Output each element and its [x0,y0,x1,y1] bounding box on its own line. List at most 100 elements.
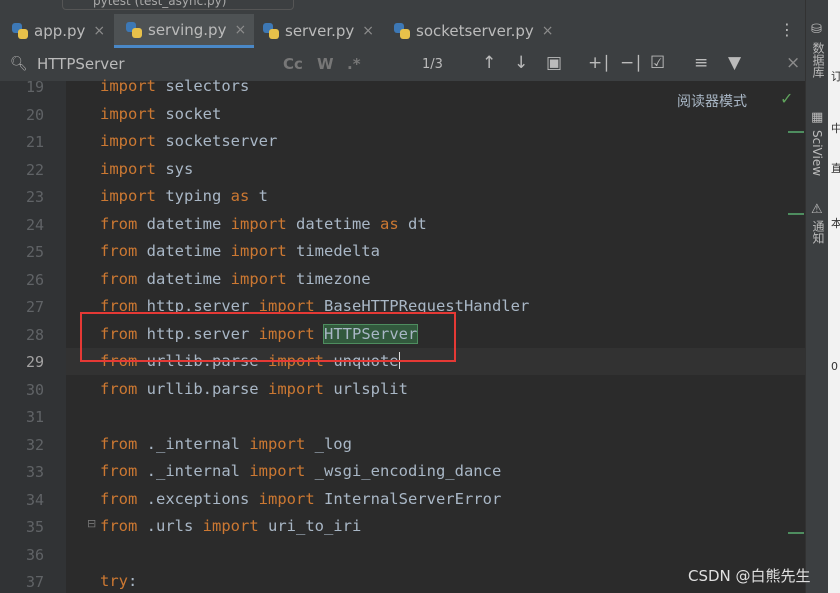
select-all-occurrences-icon[interactable]: ☑ [650,53,665,73]
line-number: 27 [25,298,44,316]
close-icon[interactable]: × [93,23,105,39]
code-line[interactable]: import sys [100,160,193,178]
code-token: timedelta [286,242,380,260]
code-token: socketserver [156,132,278,150]
line-number: 34 [25,490,44,509]
code-token: _log [305,434,352,453]
tab-server-py[interactable]: server.py × [263,14,374,48]
search-icon[interactable]: 🔍︎ [10,56,28,72]
close-find-bar-icon[interactable]: × [786,53,800,73]
match-count: 1/3 [422,57,443,72]
line-number: 21 [25,133,44,151]
code-line[interactable]: import socket [100,105,221,123]
match-case-toggle[interactable]: Cc [283,55,303,73]
keyword-token: from [100,517,138,535]
sciview-icon: ▦ [811,110,824,125]
code-token: _wsgi_encoding_dance [305,462,502,480]
code-token: datetime [137,214,231,233]
tab-label: server.py [285,22,355,40]
keyword-token: import [267,379,324,398]
scroll-marker [788,213,804,215]
annotation-box [80,312,456,362]
fold-icon[interactable]: ⊟ [87,517,96,530]
keyword-token: import [249,434,306,453]
code-editor[interactable]: 19 import selectors 20 import socket 21 impor… [0,77,805,593]
python-file-icon [394,23,410,39]
code-line[interactable]: from ._internal import _log [100,435,352,453]
tab-socketserver-py[interactable]: socketserver.py × [394,14,554,48]
code-token: socket [156,104,222,123]
keyword-token: import [100,104,156,123]
keyword-token: from [100,214,138,233]
scroll-marker [788,131,804,133]
keyword-token: import [100,77,156,95]
code-token: .exceptions [137,489,259,508]
reader-mode-button[interactable]: 阅读器模式 [677,91,747,111]
close-icon[interactable]: × [362,23,374,39]
code-token: datetime [137,269,231,288]
code-line[interactable]: from datetime import timezone [100,270,371,288]
code-line[interactable]: from urllib.parse import urlsplit [100,380,408,398]
previous-occurrence-icon[interactable]: ↑ [482,53,496,73]
line-number: 30 [25,380,44,399]
code-line[interactable]: from datetime import timedelta [100,242,380,260]
keyword-token: import [100,187,156,205]
line-number: 25 [25,243,44,261]
code-line[interactable]: from .exceptions import InternalServerEr… [100,490,501,508]
keyword-token: from [100,269,138,288]
keyword-token: import [249,462,306,480]
close-icon[interactable]: × [234,22,246,38]
remove-occurrence-icon[interactable]: −∣ [620,53,643,73]
run-config[interactable]: pytest (test_async.py) [62,0,294,10]
editor-tabs: app.py × serving.py × server.py × socket… [0,14,805,49]
keyword-token: import [230,269,287,288]
checkmark-icon: ✓ [780,89,794,108]
next-occurrence-icon[interactable]: ↓ [514,53,528,73]
regex-toggle[interactable]: .* [347,55,361,73]
code-token: selectors [156,77,250,95]
keyword-token: from [100,462,138,480]
background-window: 订 中 直 本 0 [828,0,840,593]
line-number: 35 [25,518,44,536]
code-line[interactable]: from ._internal import _wsgi_encoding_da… [100,462,501,480]
code-line[interactable]: import socketserver [100,132,277,150]
database-icon: ⛁ [811,22,822,37]
right-tool-sidebar: ⛁ 数据库 ▦ SciView ⚠ 通知 [805,0,829,593]
sciview-tool-button[interactable]: SciView [810,130,824,176]
title-bar: pytest (test_async.py) [0,0,805,14]
keyword-token: from [100,489,138,508]
code-token: datetime [286,214,380,233]
keyword-token: try [100,572,128,590]
code-token: .urls [137,517,203,535]
code-line[interactable]: try: [100,572,137,590]
line-number: 22 [25,160,44,179]
close-icon[interactable]: × [542,23,554,39]
code-token: uri_to_iri [258,517,362,535]
filter-icon[interactable]: ▼ [728,53,741,73]
more-tabs-icon[interactable]: ⋮ [779,20,795,39]
code-token: t [249,187,268,205]
tab-label: socketserver.py [416,22,534,40]
search-input[interactable]: HTTPServer [37,55,125,73]
keyword-token: as [230,187,250,205]
open-in-window-icon[interactable]: ≡ [694,53,708,73]
filter-search-results-icon[interactable]: ▣ [546,53,562,73]
code-line[interactable]: import typing as t [100,187,268,205]
tab-serving-py[interactable]: serving.py × [114,14,254,48]
code-line[interactable]: import selectors [100,77,249,95]
tab-app-py[interactable]: app.py × [12,14,105,48]
line-number: 31 [25,408,44,426]
add-occurrence-icon[interactable]: +∣ [588,53,611,73]
code-token: datetime [137,242,231,260]
code-line[interactable]: from datetime import datetime as dt [100,215,427,233]
code-token: ._internal [137,462,250,480]
code-token: urllib.parse [137,379,268,398]
database-tool-button[interactable]: 数据库 [810,42,827,78]
scroll-marker [788,532,804,534]
keyword-token: import [202,517,259,535]
line-number: 24 [25,215,44,234]
whole-words-toggle[interactable]: W [317,55,334,73]
code-token: typing [156,187,231,205]
notifications-tool-button[interactable]: 通知 [810,220,827,244]
code-line[interactable]: from .urls import uri_to_iri [100,517,361,535]
